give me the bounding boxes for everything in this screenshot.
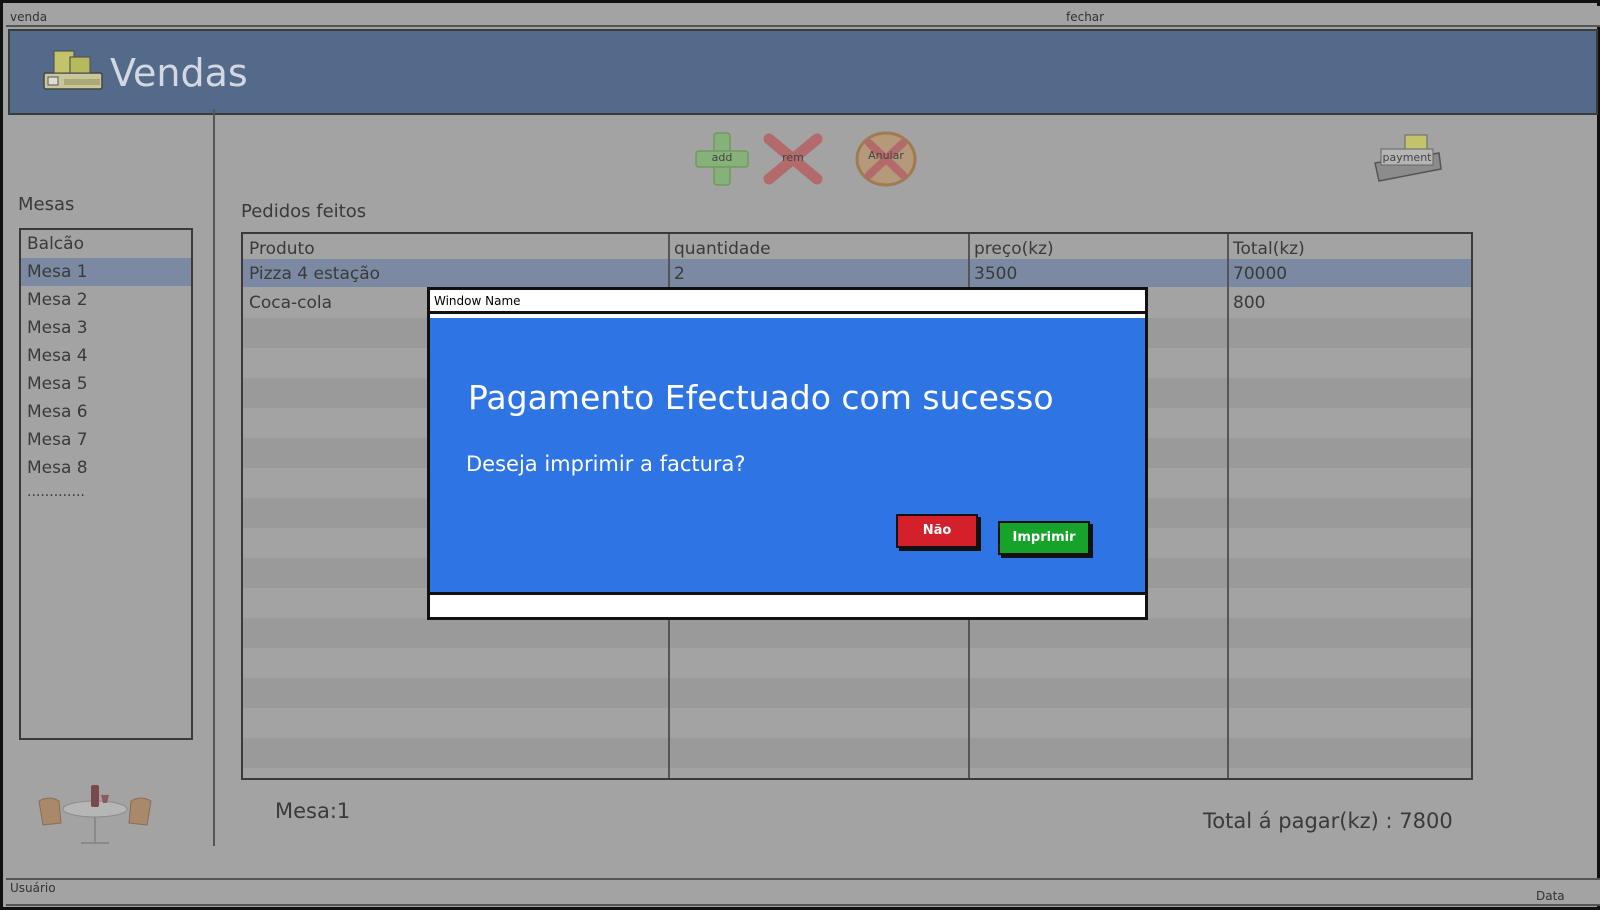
rem-label: rem bbox=[782, 151, 804, 164]
cell-preco: 3500 bbox=[974, 264, 1018, 284]
table-item-mesa-2[interactable]: Mesa 2 bbox=[21, 286, 191, 314]
table-item-mesa-5[interactable]: Mesa 5 bbox=[21, 370, 191, 398]
tables-heading: Mesas bbox=[18, 194, 75, 215]
table-row[interactable]: Pizza 4 estação 2 3500 70000 bbox=[243, 259, 1471, 287]
current-table-label: Mesa:1 bbox=[275, 799, 351, 823]
dialog-headline: Pagamento Efectuado com sucesso bbox=[468, 378, 1054, 417]
tables-list[interactable]: Balcão Mesa 1 Mesa 2 Mesa 3 Mesa 4 Mesa … bbox=[19, 228, 193, 740]
menu-venda[interactable]: venda bbox=[10, 10, 47, 24]
header-banner: Vendas bbox=[8, 29, 1598, 115]
status-user: Usuário bbox=[10, 881, 56, 895]
table-item-mesa-1[interactable]: Mesa 1 bbox=[21, 258, 191, 286]
print-button[interactable]: Imprimir bbox=[998, 521, 1090, 555]
dialog-question: Deseja imprimir a factura? bbox=[466, 452, 746, 476]
table-item-mesa-4[interactable]: Mesa 4 bbox=[21, 342, 191, 370]
payment-success-dialog: Window Name Pagamento Efectuado com suce… bbox=[427, 287, 1148, 620]
table-item-mesa-8[interactable]: Mesa 8 bbox=[21, 454, 191, 482]
empty-row bbox=[243, 678, 1471, 708]
no-button[interactable]: Não bbox=[896, 514, 978, 548]
menu-fechar[interactable]: fechar bbox=[1066, 10, 1104, 24]
total-to-pay: Total á pagar(kz) : 7800 bbox=[1203, 809, 1453, 833]
add-button[interactable]: add bbox=[693, 131, 751, 187]
empty-row bbox=[243, 738, 1471, 768]
table-item-mesa-6[interactable]: Mesa 6 bbox=[21, 398, 191, 426]
dialog-titlebar: Window Name bbox=[430, 290, 1145, 314]
payment-label: payment bbox=[1382, 151, 1432, 164]
column-divider bbox=[1227, 234, 1229, 778]
remove-button[interactable]: rem bbox=[763, 133, 823, 185]
cell-produto: Pizza 4 estação bbox=[249, 264, 381, 284]
cell-produto: Coca-cola bbox=[249, 293, 333, 313]
table-item-mesa-3[interactable]: Mesa 3 bbox=[21, 314, 191, 342]
panel-divider bbox=[213, 109, 215, 846]
orders-heading: Pedidos feitos bbox=[241, 201, 367, 222]
cash-register-icon bbox=[43, 50, 103, 90]
cell-quantidade: 2 bbox=[674, 264, 685, 284]
menu-bar: venda fechar bbox=[6, 6, 1600, 27]
cell-total: 800 bbox=[1233, 293, 1266, 313]
status-bar: Usuário Data bbox=[6, 878, 1600, 906]
cancel-button[interactable]: Anular bbox=[855, 131, 917, 187]
dialog-body: Pagamento Efectuado com sucesso Deseja i… bbox=[430, 318, 1145, 595]
table-item-mesa-7[interactable]: Mesa 7 bbox=[21, 426, 191, 454]
more-tables-ellipsis: ............. bbox=[27, 484, 85, 500]
status-date: Data bbox=[1536, 889, 1565, 903]
app-window: venda fechar Vendas add rem Anular payme… bbox=[0, 0, 1600, 910]
add-label: add bbox=[711, 151, 733, 164]
anular-label: Anular bbox=[868, 149, 904, 162]
table-item-balcao[interactable]: Balcão bbox=[21, 230, 191, 258]
page-title: Vendas bbox=[110, 51, 248, 95]
empty-row bbox=[243, 618, 1471, 648]
cell-total: 70000 bbox=[1233, 264, 1288, 284]
payment-button[interactable]: payment bbox=[1369, 133, 1445, 185]
dining-table-icon bbox=[38, 785, 152, 844]
